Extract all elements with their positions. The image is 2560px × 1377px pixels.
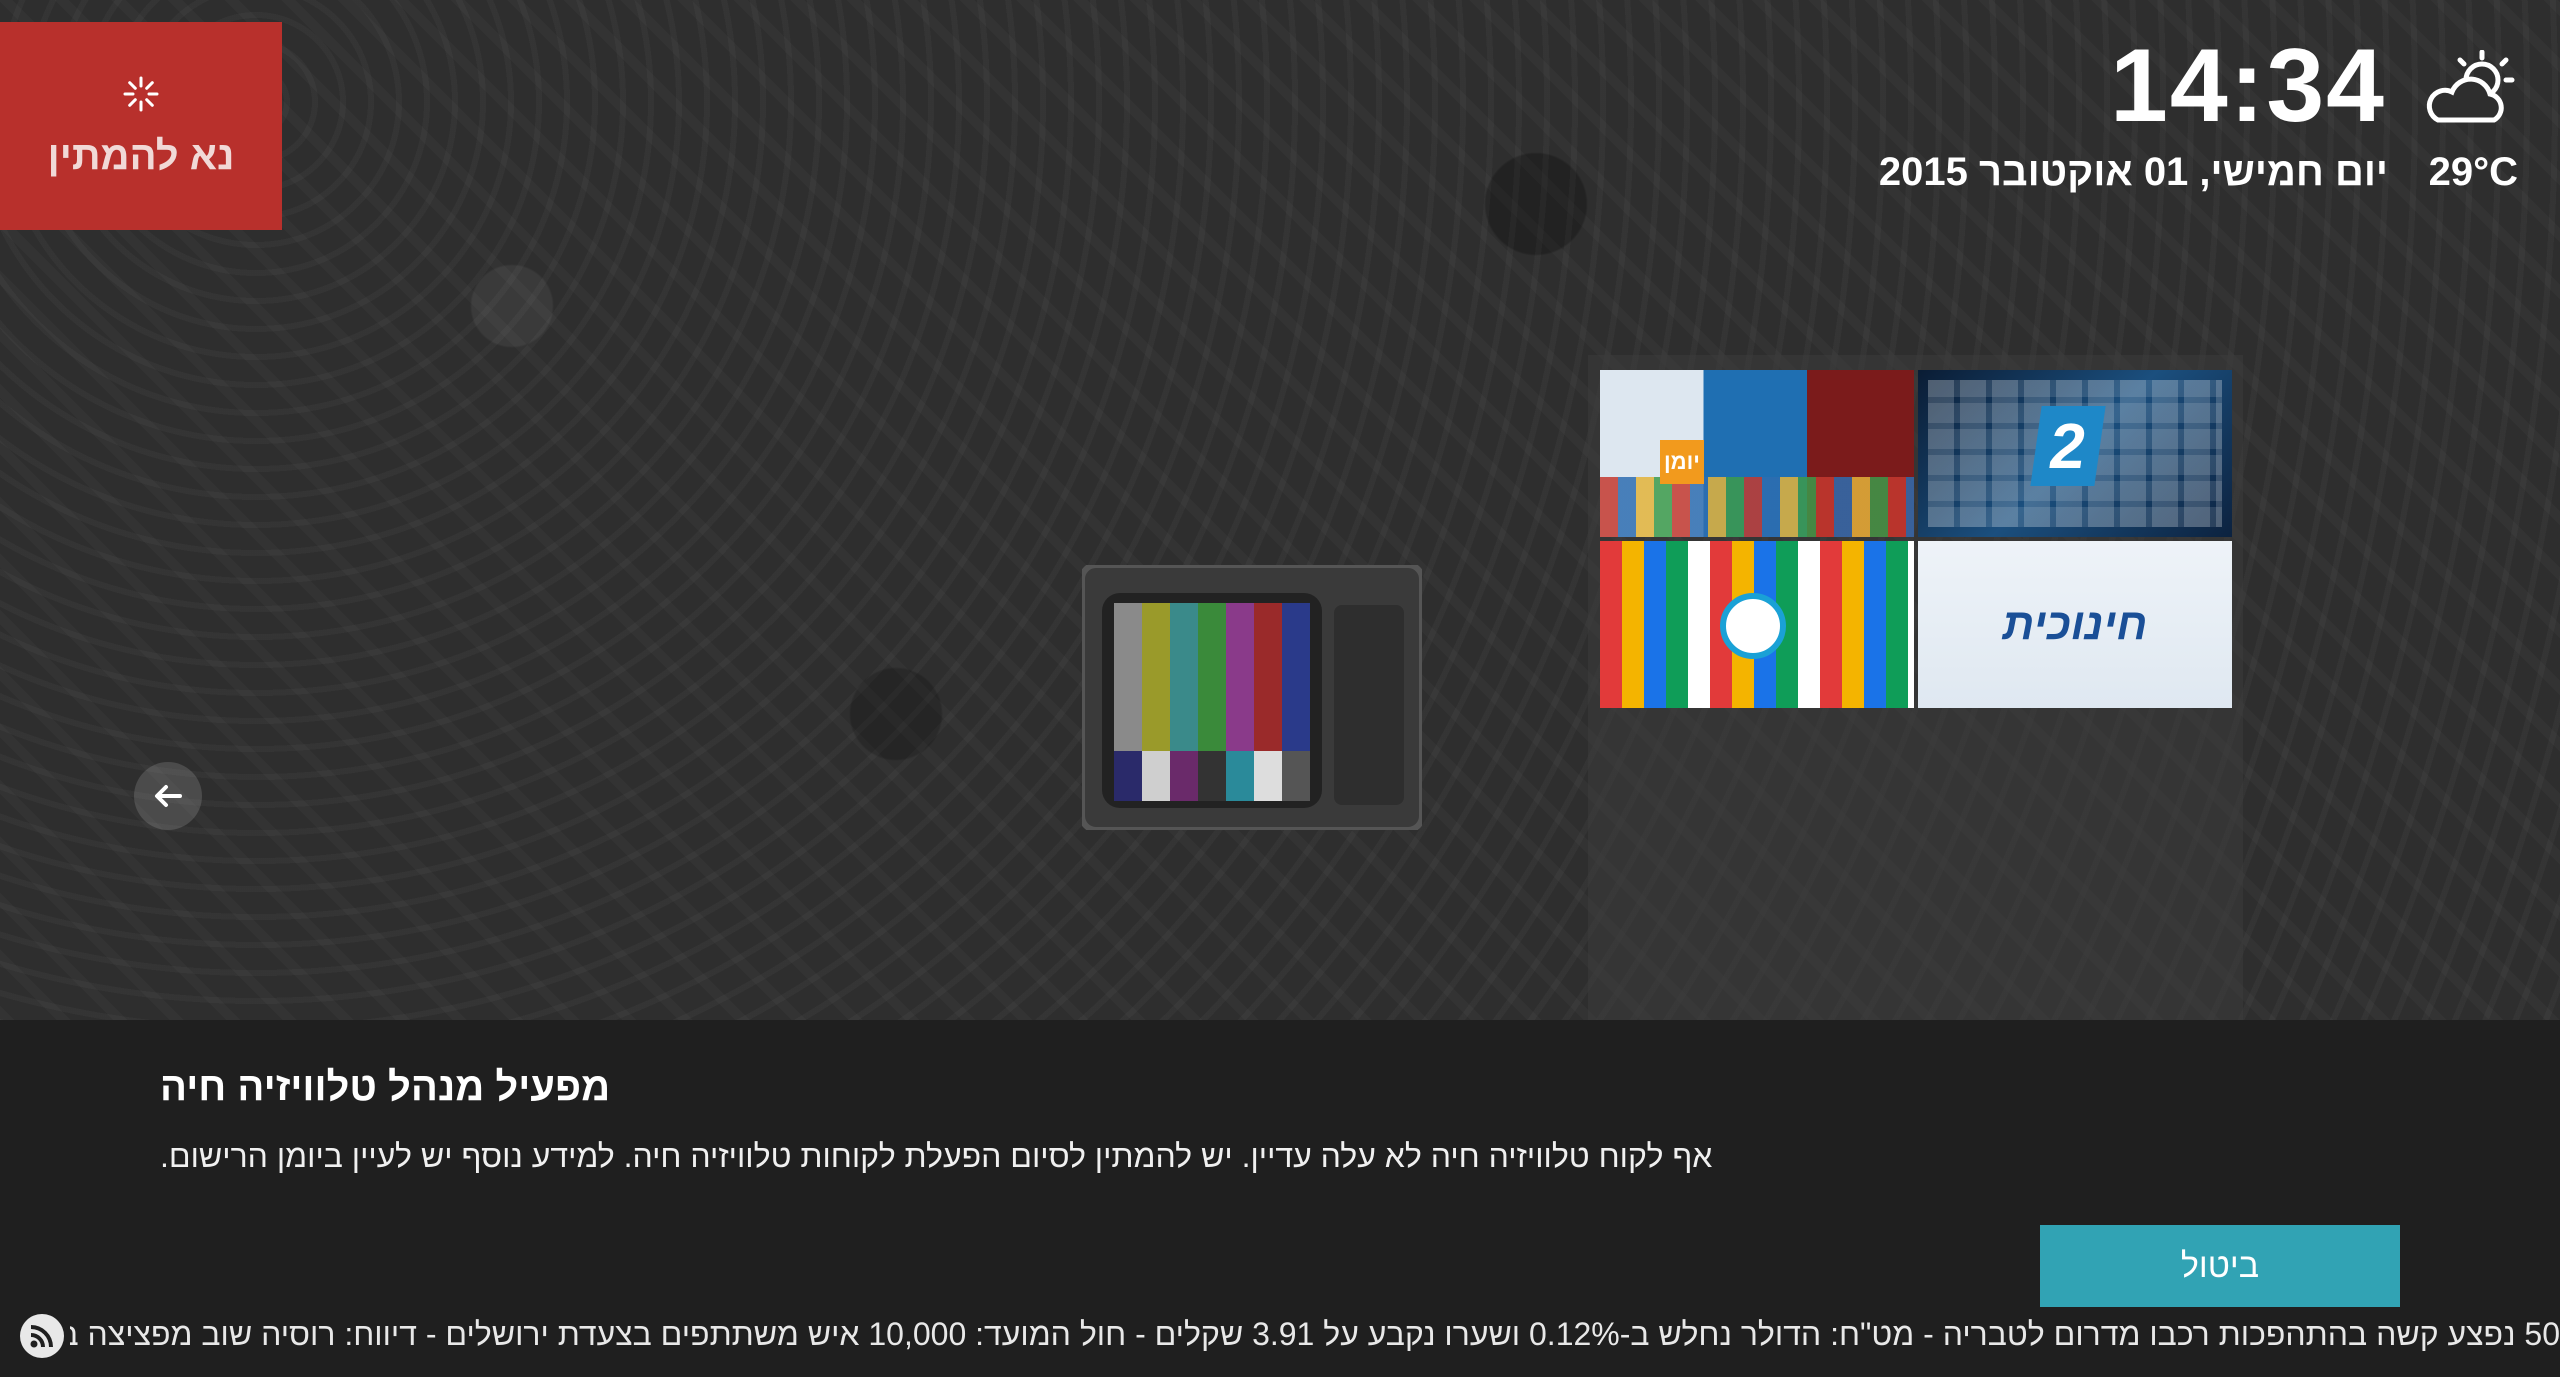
thumbnail-channel-2[interactable]: 2 (1918, 370, 2232, 537)
loading-spinner-icon (123, 76, 159, 111)
channel-thumbnails: יומן 2 חינוכית (1600, 370, 2232, 708)
date-label: יום חמישי, 01 אוקטובר 2015 (1878, 150, 2388, 194)
thumbnail-educational-channel[interactable]: חינוכית (1918, 541, 2232, 708)
clock-time: 14:34 (2110, 28, 2386, 144)
arrow-left-icon (155, 785, 182, 807)
tv-test-pattern-icon (1082, 565, 1422, 830)
thumbnail-channel-collage[interactable]: יומן (1600, 370, 1914, 537)
rss-glyph (30, 1325, 53, 1348)
news-ticker: 50 נפצע קשה בהתהפכות רכבו מדרום לטבריה -… (0, 1310, 2560, 1377)
partly-cloudy-day-icon (2426, 50, 2515, 123)
busy-label: נא להמתין (47, 133, 235, 178)
dialog-message: אף לקוח טלוויזיה חיה לא עלה עדיין. יש לה… (160, 1138, 1713, 1174)
thumbnail-channel-logos[interactable] (1600, 541, 1914, 708)
temperature-label: 29°C (2428, 150, 2518, 194)
yoman-tag: יומן (1660, 440, 1704, 484)
thumbnail-grid-pattern (1600, 477, 1914, 537)
channel-2-logo: 2 (2030, 406, 2106, 486)
rss-icon (20, 1314, 64, 1358)
cancel-button[interactable]: ביטול (2040, 1225, 2400, 1307)
channel-logo-circle (1720, 593, 1786, 659)
educational-channel-logo: חינוכית (2002, 599, 2148, 649)
previous-arrow-button[interactable] (134, 762, 202, 830)
dialog-title: מפעיל מנהל טלוויזיה חיה (160, 1065, 611, 1109)
busy-indicator: נא להמתין (0, 22, 282, 230)
ticker-text: 50 נפצע קשה בהתהפכות רכבו מדרום לטבריה -… (0, 1316, 2560, 1352)
